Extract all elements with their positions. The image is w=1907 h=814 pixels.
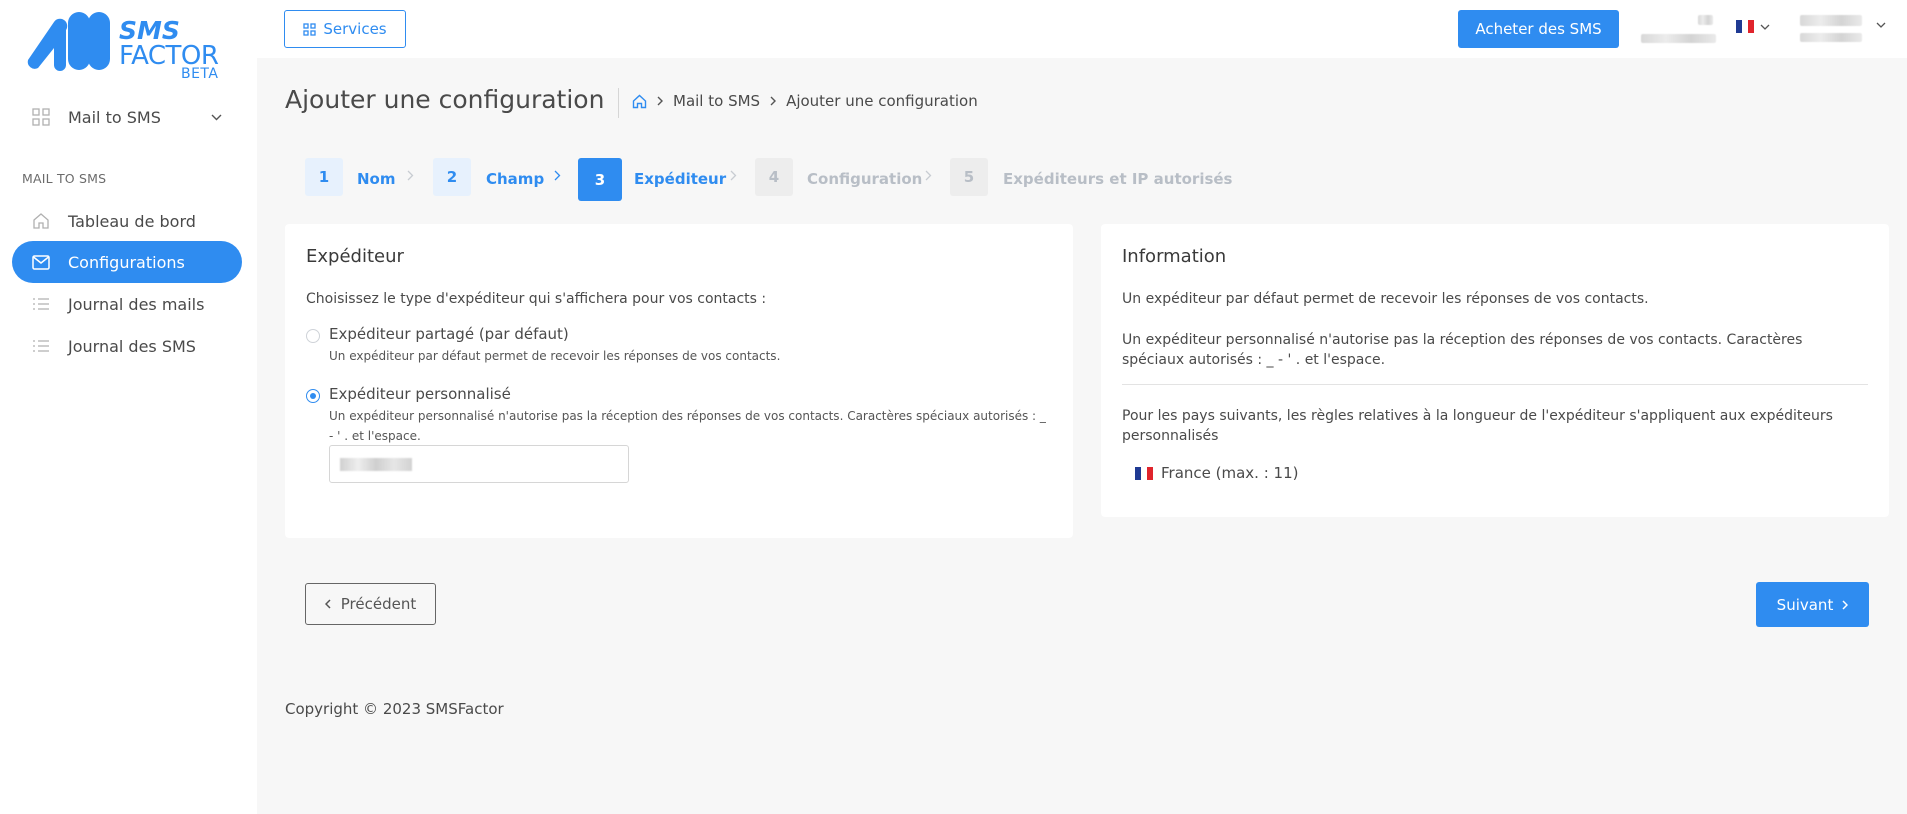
- redacted-credit-value: [1641, 34, 1716, 43]
- chevron-right-icon: [1842, 599, 1849, 610]
- shared-sender-description: Un expéditeur par défaut permet de recev…: [329, 349, 781, 363]
- custom-sender-radio[interactable]: [306, 389, 320, 403]
- step-5-label: Expéditeurs et IP autorisés: [1003, 170, 1233, 188]
- breadcrumb-item-mail-to-sms[interactable]: Mail to SMS: [673, 92, 760, 110]
- country-rule-france: France (max. : 11): [1135, 464, 1298, 482]
- services-button[interactable]: Services: [284, 10, 406, 48]
- sender-intro: Choisissez le type d'expéditeur qui s'af…: [306, 291, 767, 307]
- apps-grid-icon: [303, 22, 317, 36]
- next-button[interactable]: Suivant: [1756, 582, 1869, 627]
- footer-copyright: Copyright © 2023 SMSFactor: [285, 700, 504, 718]
- language-selector[interactable]: [1736, 20, 1770, 33]
- logo-line-sms: SMS: [119, 16, 180, 45]
- breadcrumb: Mail to SMS Ajouter une configuration: [632, 92, 978, 110]
- buy-sms-button[interactable]: Acheter des SMS: [1458, 10, 1619, 48]
- step-4-number: 4: [755, 158, 793, 196]
- list-icon: [33, 340, 49, 352]
- services-button-label: Services: [323, 20, 387, 38]
- info-paragraph-countries-line1: Pour les pays suivants, les règles relat…: [1122, 408, 1833, 424]
- step-chevron-icon: [554, 170, 561, 181]
- sender-card: Expéditeur Choisissez le type d'expédite…: [285, 224, 1073, 538]
- breadcrumb-separator-icon: [770, 96, 777, 106]
- breadcrumb-item-current: Ajouter une configuration: [786, 92, 978, 110]
- logo-mark-icon: [27, 12, 110, 71]
- information-card-title: Information: [1122, 246, 1227, 267]
- home-icon: [33, 213, 49, 229]
- smsfactor-logo[interactable]: SMS FACTOR BETA: [24, 10, 224, 90]
- sidebar-item-label: Journal des SMS: [68, 336, 196, 356]
- info-divider: [1122, 384, 1868, 385]
- step-1-label[interactable]: Nom: [357, 170, 396, 188]
- country-rule-label: France (max. : 11): [1161, 464, 1299, 482]
- info-paragraph-custom-line1: Un expéditeur personnalisé n'autorise pa…: [1122, 332, 1803, 348]
- redacted-credit-top: [1698, 15, 1713, 25]
- breadcrumb-separator-icon: [657, 96, 663, 106]
- sidebar-item-dashboard[interactable]: Tableau de bord: [12, 200, 242, 242]
- step-2-number[interactable]: 2: [433, 158, 471, 196]
- step-4-label: Configuration: [807, 170, 923, 188]
- info-paragraph-custom-line2: spéciaux autorisés : _ - ' . et l'espace…: [1122, 352, 1386, 368]
- step-1-number[interactable]: 1: [305, 158, 343, 196]
- sender-card-title: Expéditeur: [306, 246, 404, 267]
- list-icon: [33, 298, 49, 310]
- chevron-down-icon: [211, 114, 222, 120]
- sidebar-item-configurations[interactable]: Configurations: [12, 241, 242, 283]
- step-3-label[interactable]: Expéditeur: [634, 170, 726, 188]
- info-paragraph-countries-line2: personnalisés: [1122, 428, 1219, 444]
- step-chevron-icon: [925, 170, 932, 181]
- custom-sender-description-line2: - ' . et l'espace.: [329, 429, 421, 443]
- title-divider: [618, 88, 619, 118]
- redacted-user-account: [1800, 33, 1862, 42]
- sidebar-item-label: Tableau de bord: [68, 211, 196, 231]
- previous-button-label: Précédent: [340, 595, 417, 613]
- home-icon[interactable]: [632, 94, 647, 109]
- sidebar-item-mail-to-sms-menu[interactable]: Mail to SMS: [12, 100, 242, 134]
- sidebar-item-mail-log[interactable]: Journal des mails: [12, 283, 242, 325]
- shared-sender-label[interactable]: Expéditeur partagé (par défaut): [329, 325, 569, 343]
- sidebar-item-label: Mail to SMS: [68, 107, 161, 127]
- step-2-label[interactable]: Champ: [486, 170, 544, 188]
- step-5-number: 5: [950, 158, 988, 196]
- chevron-left-icon: [324, 599, 331, 609]
- sidebar: SMS FACTOR BETA Mail to SMS MAIL TO SMS …: [0, 0, 257, 814]
- step-3-number[interactable]: 3: [578, 158, 622, 201]
- france-flag-icon: [1736, 20, 1754, 33]
- page-title: Ajouter une configuration: [285, 85, 605, 114]
- previous-button[interactable]: Précédent: [305, 583, 436, 625]
- sidebar-item-sms-log[interactable]: Journal des SMS: [12, 325, 242, 367]
- info-paragraph-default: Un expéditeur par défaut permet de recev…: [1122, 291, 1649, 307]
- sidebar-section-title: MAIL TO SMS: [22, 171, 107, 186]
- redacted-sender-value: [340, 458, 412, 471]
- france-flag-icon: [1135, 466, 1153, 480]
- information-card: Information Un expéditeur par défaut per…: [1101, 224, 1889, 517]
- custom-sender-description-line1: Un expéditeur personnalisé n'autorise pa…: [329, 409, 1046, 423]
- logo-wordmark: SMS FACTOR BETA: [119, 16, 219, 81]
- grid-icon: [32, 108, 50, 126]
- shared-sender-radio[interactable]: [306, 329, 320, 343]
- sidebar-item-label: Journal des mails: [68, 294, 205, 314]
- mail-icon: [32, 254, 50, 270]
- top-bar: Services Acheter des SMS: [257, 0, 1907, 58]
- step-chevron-icon: [407, 170, 414, 181]
- custom-sender-label[interactable]: Expéditeur personnalisé: [329, 385, 511, 403]
- chevron-down-icon: [1760, 24, 1770, 30]
- redacted-user-name[interactable]: [1800, 15, 1862, 26]
- next-button-label: Suivant: [1776, 595, 1834, 614]
- step-chevron-icon: [730, 170, 737, 181]
- sidebar-item-label: Configurations: [68, 252, 185, 272]
- chevron-down-icon[interactable]: [1876, 22, 1886, 28]
